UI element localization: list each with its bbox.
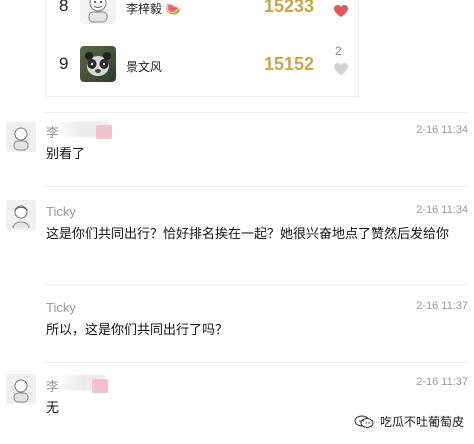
commenter-name: 李 <box>46 379 60 394</box>
comment-item: Ticky 2-16 11:37 所以，这是你们共同出行了吗？ <box>0 284 474 354</box>
watermark: 吃瓜不吐葡萄皮 <box>354 413 464 430</box>
emoji-redaction <box>96 125 112 139</box>
commenter-name: 李 <box>46 125 60 140</box>
cartoon-avatar-icon <box>80 0 116 24</box>
user-name[interactable]: 李梓毅 🍉 <box>126 0 181 17</box>
commenter-avatar[interactable] <box>6 200 36 230</box>
comment-divider <box>44 362 468 363</box>
comment-text: 这是你们共同出行？恰好排名挨在一起？她很兴奋地点了赞然后发给你 <box>46 227 450 242</box>
comment-text: 所以，这是你们共同出行了吗？ <box>46 323 229 338</box>
comment-divider <box>44 112 468 113</box>
commenter-avatar[interactable] <box>6 374 36 404</box>
heart-icon[interactable] <box>333 4 349 18</box>
commenter-avatar[interactable] <box>6 122 36 152</box>
rank-number: 9 <box>59 54 69 73</box>
comment-item: 李 2-16 11:37 无 <box>0 362 474 444</box>
comment-item: Ticky 2-16 11:34 这是你们共同出行？恰好排名挨在一起？她很兴奋地… <box>0 186 474 278</box>
commenter-name: Ticky <box>46 300 76 315</box>
heart-icon[interactable] <box>333 62 349 76</box>
leaderboard-card: 8 李梓毅 🍉 15233 9 景文风 15152 2 <box>46 0 358 96</box>
comment-divider <box>44 284 468 285</box>
commenter-name: Ticky <box>46 204 76 219</box>
user-avatar[interactable] <box>80 0 116 24</box>
user-name[interactable]: 景文风 <box>126 58 162 75</box>
user-avatar[interactable] <box>80 46 116 82</box>
comment-text: 别看了 <box>46 147 86 162</box>
comment-time: 2-16 11:37 <box>416 300 468 312</box>
wechat-icon <box>354 415 374 428</box>
step-count: 15152 <box>264 54 315 74</box>
like-count: 2 <box>335 44 342 58</box>
photo-avatar-icon <box>80 46 116 82</box>
emoji-redaction <box>92 379 108 393</box>
comment-item: 李 2-16 11:34 别看了 <box>0 112 474 176</box>
comment-time: 2-16 11:37 <box>416 376 468 388</box>
person-icon <box>6 122 36 152</box>
comment-time: 2-16 11:34 <box>416 124 468 136</box>
step-count: 15233 <box>264 0 315 16</box>
person-icon <box>6 374 36 404</box>
leaderboard-row[interactable]: 8 李梓毅 🍉 15233 <box>46 0 358 30</box>
leaderboard-row[interactable]: 9 景文风 15152 2 <box>46 44 358 88</box>
watermark-text: 吃瓜不吐葡萄皮 <box>379 415 464 429</box>
comment-time: 2-16 11:34 <box>416 204 468 216</box>
comment-divider <box>44 186 468 187</box>
person-icon <box>6 200 36 230</box>
watermelon-emoji-icon: 🍉 <box>165 2 181 16</box>
rank-number: 8 <box>59 0 69 15</box>
